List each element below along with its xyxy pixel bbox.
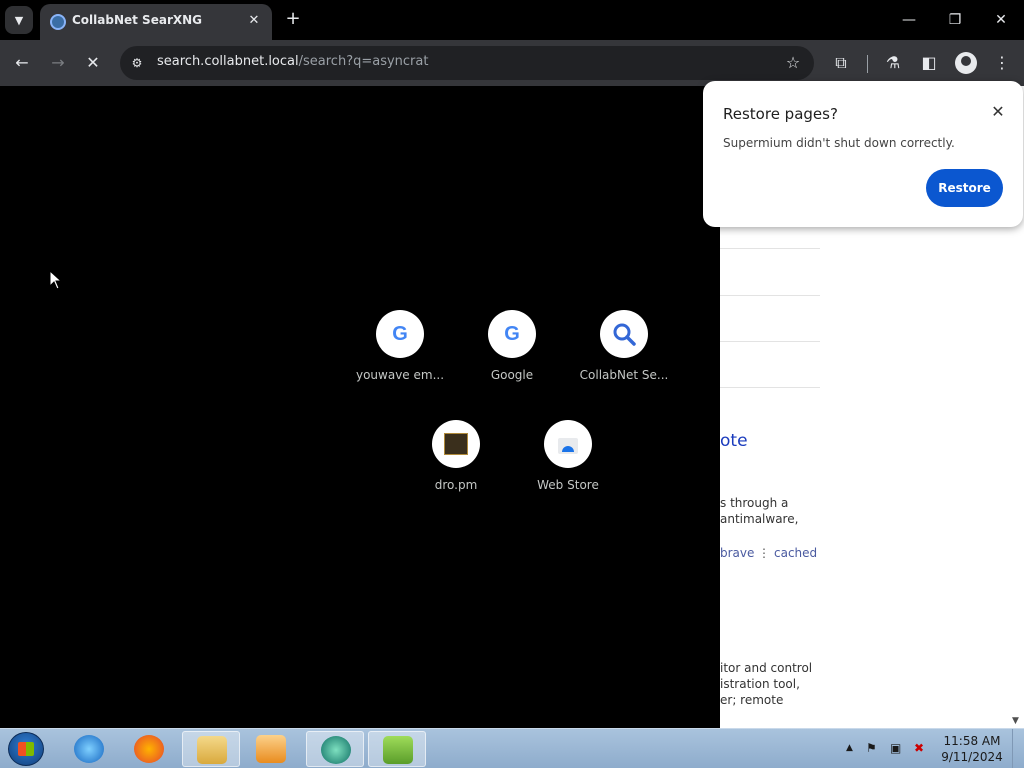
mouse-cursor-icon [49,270,63,290]
restore-window-button[interactable]: ❐ [940,8,970,32]
url-host: search.collabnet.local [157,54,299,69]
result-engine: brave [720,546,755,560]
shortcut-label: CollabNet Se... [579,368,669,382]
result-snippet: istration tool, [720,677,800,691]
shortcut-label: Web Store [537,478,599,492]
scroll-down-arrow-icon[interactable]: ▼ [1012,716,1019,726]
site-info-icon[interactable]: ⚙ [128,54,146,72]
tab-close-icon[interactable]: ✕ [244,11,264,31]
firefox-icon [134,735,164,763]
labs-flask-icon[interactable]: ⚗ [880,50,906,76]
taskbar-media-player[interactable] [242,731,300,767]
shortcut-tile[interactable]: CollabNet Se... [576,310,672,400]
search-icon [600,310,648,358]
profile-avatar-icon[interactable] [955,52,977,74]
taskbar-firefox[interactable] [120,731,178,767]
taskbar: ▲ ⚑ ▣ ✖ 11:58 AM 9/11/2024 [0,728,1024,768]
android-icon [383,736,413,764]
shortcut-tile[interactable]: dro.pm [408,420,504,510]
clock-time: 11:58 AM [943,734,1001,748]
dialog-title: Restore pages? [723,105,838,123]
shortcut-tile[interactable]: G Google [464,310,560,400]
close-window-button[interactable]: ✕ [986,8,1016,32]
url-path: /search?q=asyncrat [298,54,429,69]
new-tab-page: G youwave em... G Google CollabNet Se...… [0,86,720,728]
toolbar-separator [867,55,868,73]
taskbar-android[interactable] [368,731,426,767]
clock-date: 9/11/2024 [941,750,1003,764]
internet-explorer-icon [74,735,104,763]
stop-loading-button[interactable]: ✕ [80,50,106,76]
google-icon: G [488,310,536,358]
url-text[interactable]: search.collabnet.local/search?q=asyncrat [157,54,428,69]
close-icon[interactable]: ✕ [987,101,1009,123]
dropm-icon [432,420,480,468]
tab-active[interactable]: CollabNet SearXNG ✕ [40,4,272,40]
restore-button[interactable]: Restore [926,169,1003,207]
tab-title: CollabNet SearXNG [72,13,203,27]
shortcut-label: youwave em... [355,368,445,382]
minimize-button[interactable]: — [894,8,924,32]
forward-button[interactable]: → [45,50,71,76]
divider [720,248,820,249]
extensions-icon[interactable]: ⧉ [828,50,854,76]
google-icon: G [376,310,424,358]
taskbar-browser[interactable] [306,731,364,767]
shortcut-tile[interactable]: Web Store [520,420,616,510]
shortcut-label: dro.pm [434,478,478,492]
toolbar: ← → ✕ ⚙ search.collabnet.local/search?q=… [0,40,1024,86]
result-link[interactable]: ote [720,431,748,451]
tab-search-button[interactable]: ▼ [5,6,33,34]
shortcut-label: Google [490,368,534,382]
restore-pages-dialog: Restore pages? ✕ Supermium didn't shut d… [703,81,1023,227]
show-hidden-icons-icon[interactable]: ▲ [846,743,853,753]
divider [720,295,820,296]
clock[interactable]: 11:58 AM 9/11/2024 [940,733,1004,765]
tab-strip: ▼ CollabNet SearXNG ✕ + — ❐ ✕ [0,0,1024,40]
action-center-flag-icon[interactable]: ⚑ [866,741,877,755]
shortcut-tile[interactable]: G youwave em... [352,310,448,400]
taskbar-file-explorer[interactable] [182,731,240,767]
result-snippet: antimalware, [720,512,799,526]
favicon-icon [50,14,66,30]
chevron-down-icon: ▼ [14,13,24,27]
start-button[interactable] [8,732,44,766]
result-snippet: itor and control [720,661,813,675]
bookmark-star-icon[interactable]: ☆ [782,52,804,74]
webstore-icon [544,420,592,468]
taskbar-internet-explorer[interactable] [60,731,118,767]
folder-icon [197,736,227,764]
dialog-message: Supermium didn't shut down correctly. [723,136,955,150]
divider [720,341,820,342]
browser-window: ▼ CollabNet SearXNG ✕ + — ❐ ✕ ← → ✕ ⚙ se… [0,0,1024,768]
volume-muted-icon[interactable]: ✖ [914,741,924,755]
back-button[interactable]: ← [9,50,35,76]
divider [720,387,820,388]
cached-link[interactable]: cached [774,546,817,560]
side-panel-icon[interactable]: ◧ [916,50,942,76]
result-snippet: s through a [720,496,789,510]
menu-kebab-icon[interactable]: ⋮ [989,50,1015,76]
network-icon[interactable]: ▣ [890,741,901,755]
result-snippet: er; remote [720,693,784,707]
kebab-icon: ⋮ [758,546,770,560]
address-bar[interactable]: ⚙ search.collabnet.local/search?q=asyncr… [120,46,814,80]
supermium-icon [321,736,351,764]
new-tab-button[interactable]: + [282,8,304,30]
show-desktop-button[interactable] [1012,729,1024,768]
media-player-icon [256,735,286,763]
